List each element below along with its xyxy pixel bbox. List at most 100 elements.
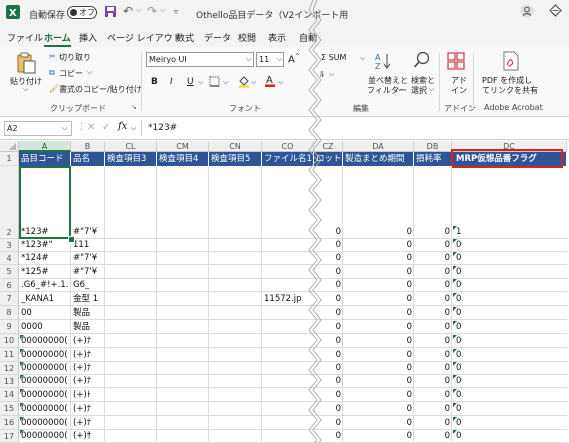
cell-a[interactable]: 00 (19, 307, 71, 320)
tab-file[interactable]: ファイル (7, 31, 43, 44)
row-header[interactable]: 4 (0, 252, 19, 265)
cell-a[interactable]: 00000000( (19, 389, 71, 402)
find-icon[interactable] (413, 51, 431, 73)
cell-b[interactable]: (+)ﾅ (71, 403, 105, 416)
row-header[interactable]: 10 (0, 334, 19, 348)
fill-handle[interactable] (68, 236, 75, 243)
cell-dc[interactable]: 0 (452, 307, 567, 320)
cell-dc[interactable]: 0 (452, 417, 567, 430)
save-icon[interactable] (104, 5, 117, 21)
copy-dropdown-icon[interactable]: ⌵ (87, 68, 92, 77)
cell-da[interactable]: 0 (343, 335, 414, 348)
cell-a[interactable]: 00000000( (19, 430, 71, 443)
cell-b[interactable]: 111 (71, 239, 105, 252)
cell-dc[interactable]: 0 (452, 362, 567, 375)
cell-db[interactable]: 0 (414, 375, 452, 388)
cell-a[interactable]: *124# (19, 252, 71, 265)
cell-b[interactable]: 製品 (71, 307, 105, 320)
column-header-cn[interactable]: CN (209, 141, 262, 152)
cell-b[interactable]: (+)ｻ (71, 430, 105, 443)
sort-filter-dropdown-icon[interactable]: ⌵ (397, 85, 402, 94)
cell-b[interactable]: 金型 1 (71, 293, 105, 306)
header-inspection-5[interactable]: 検査項目5 (209, 152, 262, 166)
cell-da[interactable]: 0 (343, 293, 414, 306)
cell-db[interactable]: 0 (414, 389, 452, 402)
selected-cell-a2[interactable] (19, 166, 71, 239)
row-header[interactable]: 14 (0, 388, 19, 402)
cell-da[interactable]: 0 (343, 279, 414, 292)
tab-view[interactable]: 表示 (268, 31, 286, 44)
cell-dc[interactable]: 0 (452, 389, 567, 402)
row-header[interactable]: 1 (0, 152, 19, 166)
font-color-icon[interactable]: A (264, 74, 276, 90)
row-header[interactable]: 8 (0, 306, 19, 320)
cell-b[interactable]: #"7'¥ (71, 266, 105, 279)
underline-dropdown-icon[interactable]: ⌵ (198, 78, 203, 87)
cut-label[interactable]: 切り取り (59, 52, 91, 63)
row-header[interactable]: 6 (0, 279, 19, 292)
cell-b[interactable]: #"7'¥ (71, 252, 105, 265)
cell-a[interactable]: _KANA1 (19, 293, 71, 306)
cell-dc[interactable]: 0 (452, 403, 567, 416)
row-header[interactable]: 15 (0, 402, 19, 416)
cell-dc[interactable]: 0 (452, 279, 567, 292)
header-inspection-3[interactable]: 検査項目3 (105, 152, 157, 166)
addins-icon[interactable] (447, 52, 465, 73)
row-header[interactable]: 13 (0, 375, 19, 388)
row-header[interactable]: 3 (0, 239, 19, 252)
row-header[interactable]: 11 (0, 348, 19, 362)
cell-db[interactable]: 0 (414, 307, 452, 320)
cell-db[interactable]: 0 (414, 266, 452, 279)
cell-b[interactable]: (+)ﾅ (71, 349, 105, 362)
pdf-share-icon[interactable] (502, 51, 520, 74)
cell-a[interactable]: 0000 (19, 321, 71, 334)
cell-b[interactable]: (+)ﾅ (71, 335, 105, 348)
fill-color-icon[interactable] (238, 75, 250, 91)
cell-b[interactable]: (+)ﾄ (71, 389, 105, 402)
account-icon[interactable] (520, 4, 534, 21)
insert-function-button[interactable]: fx (118, 121, 127, 132)
font-size-dropdown-icon[interactable]: ⌵ (277, 55, 282, 64)
cell-da[interactable]: 0 (343, 403, 414, 416)
font-name-dropdown-icon[interactable]: ⌵ (246, 55, 251, 64)
cell-dc[interactable]: 0 (452, 252, 567, 265)
cell-db[interactable]: 0 (414, 239, 452, 252)
cell-da[interactable]: 0 (343, 389, 414, 402)
customize-qat-icon[interactable]: ▿ (174, 7, 178, 16)
font-name-select[interactable]: Meiryo UI (146, 52, 254, 67)
header-loss-rate[interactable]: 損耗率 (414, 152, 452, 166)
cell-a[interactable]: .G6_#!+.1. (19, 279, 71, 292)
diamond-icon[interactable] (549, 4, 562, 20)
row-header[interactable]: 2 (0, 166, 19, 239)
cell-da[interactable]: 0 (343, 266, 414, 279)
column-header-db[interactable]: DB (414, 141, 452, 152)
cell-db[interactable]: 0 (414, 430, 452, 443)
format-painter-label[interactable]: 書式のコピー/貼り付け (59, 84, 142, 95)
header-inspection-4[interactable]: 検査項目4 (157, 152, 209, 166)
row-header[interactable]: 9 (0, 320, 19, 334)
increase-font-icon[interactable]: A^ (288, 53, 300, 65)
sort-filter-icon[interactable]: AZ (375, 52, 393, 73)
column-header-da[interactable]: DA (343, 141, 414, 152)
select-all-corner[interactable] (0, 141, 19, 152)
paste-dropdown-icon[interactable]: ⌵ (23, 85, 28, 94)
formula-input[interactable]: *123# (148, 123, 177, 133)
tab-page-layout[interactable]: ページ レイアウト (107, 31, 182, 44)
cell-b[interactable]: (+)ﾅ (71, 417, 105, 430)
cell-dc[interactable]: 0 (452, 239, 567, 252)
cell-da[interactable]: 0 (343, 349, 414, 362)
cell-a[interactable]: 00000000( (19, 403, 71, 416)
cell-db[interactable]: 0 (414, 321, 452, 334)
row-header[interactable]: 7 (0, 292, 19, 306)
copy-icon[interactable]: ⧉ (49, 68, 55, 78)
clipboard-launcher-icon[interactable]: ↘ (131, 103, 137, 111)
cell-da[interactable]: 0 (343, 252, 414, 265)
column-header-a[interactable]: A (19, 141, 71, 152)
pdf-share-label-2[interactable]: てリンクを共有 (482, 85, 538, 96)
cell-da[interactable]: 0 (343, 417, 414, 430)
bold-icon[interactable]: B (151, 77, 158, 87)
column-header-b[interactable]: B (71, 141, 105, 152)
cell-db[interactable]: 0 (414, 293, 452, 306)
cell-da[interactable]: 0 (343, 226, 414, 239)
cell-b[interactable]: #"7'¥ (71, 226, 105, 239)
